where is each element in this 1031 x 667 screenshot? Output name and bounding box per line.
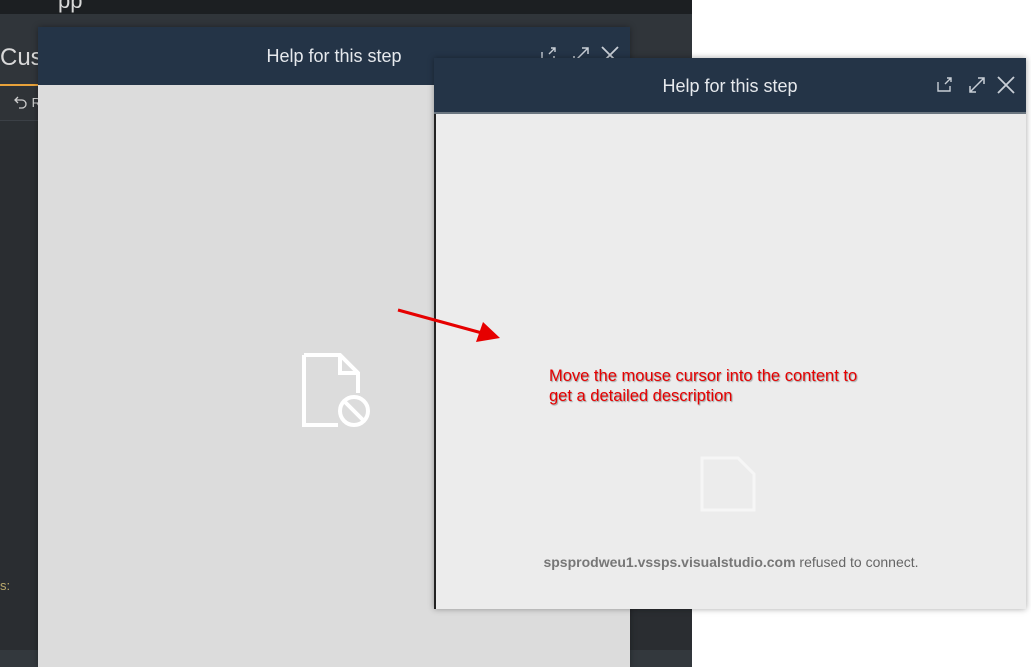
annotation-line-2: get a detailed description bbox=[549, 387, 733, 405]
refused-host: spsprodweu1.vssps.visualstudio.com bbox=[543, 554, 796, 570]
background-top-text: pp bbox=[58, 0, 83, 13]
refused-message: spsprodweu1.vssps.visualstudio.com refus… bbox=[436, 554, 1026, 570]
dialog-body: spsprodweu1.vssps.visualstudio.com refus… bbox=[434, 114, 1026, 609]
annotation-arrow-icon bbox=[397, 308, 500, 342]
annotation-text: Move the mouse cursor into the content t… bbox=[549, 366, 929, 406]
blocked-document-icon bbox=[700, 456, 756, 512]
popout-icon[interactable] bbox=[934, 74, 956, 96]
background-undo-button[interactable]: R bbox=[14, 95, 41, 110]
undo-icon bbox=[14, 96, 27, 109]
expand-icon[interactable] bbox=[966, 74, 988, 96]
annotation-line-1: Move the mouse cursor into the content t… bbox=[549, 367, 858, 385]
dialog-header: Help for this step bbox=[434, 58, 1026, 114]
blocked-document-icon bbox=[302, 353, 370, 427]
background-top-bar: pp bbox=[0, 0, 692, 14]
refused-suffix: refused to connect. bbox=[795, 554, 919, 570]
help-dialog-front: Help for this step spsprodweu1.vssps.vis… bbox=[434, 58, 1026, 609]
background-page-title: Cus bbox=[0, 44, 43, 71]
close-icon[interactable] bbox=[995, 74, 1017, 96]
background-field-label: s: bbox=[0, 578, 11, 593]
